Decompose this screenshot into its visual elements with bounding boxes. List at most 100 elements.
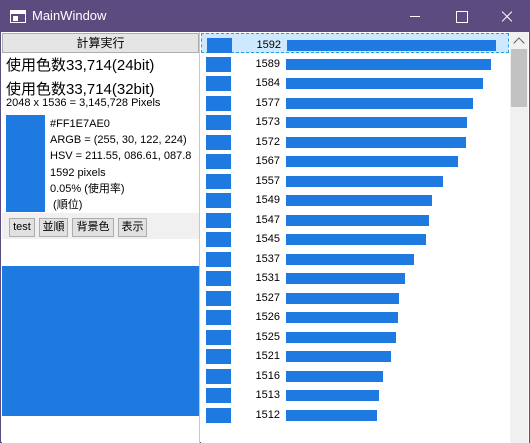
color-list-row[interactable]: 1573 (201, 111, 509, 131)
row-usage-bar (286, 58, 491, 70)
image-size-pixels: 2048 x 1536 = 3,145,728 Pixels (6, 97, 161, 109)
scroll-up-arrow-icon[interactable] (510, 32, 528, 49)
row-usage-bar (286, 390, 379, 401)
color-pixel-count: 1592 pixels (50, 166, 106, 179)
color-preview-area (2, 266, 199, 416)
row-pixel-count: 1512 (255, 408, 280, 421)
color-list-row[interactable]: 1512 (201, 404, 509, 424)
show-button[interactable]: 表示 (118, 218, 147, 237)
row-pixel-count: 1537 (255, 252, 280, 265)
row-color-swatch (206, 95, 231, 111)
row-usage-bar (286, 370, 383, 382)
row-pixel-count: 1592 (256, 39, 281, 51)
action-button-row: test 並順 背景色 表示 (2, 213, 199, 239)
row-usage-bar (286, 117, 467, 128)
row-pixel-count: 1572 (255, 135, 280, 148)
row-pixel-count: 1513 (255, 389, 280, 401)
color-hex: #FF1E7AE0 (50, 118, 110, 130)
color-count-32bit: 使用色数33,714(32bit) (6, 81, 155, 98)
background-color-button[interactable]: 背景色 (72, 218, 114, 237)
row-color-swatch (206, 271, 231, 286)
row-usage-bar (286, 156, 458, 167)
color-list-row[interactable]: 1549 (201, 189, 509, 209)
row-usage-bar (286, 195, 432, 206)
row-color-swatch (206, 407, 231, 423)
color-list-row[interactable]: 1545 (201, 228, 509, 248)
row-usage-bar (286, 136, 466, 148)
color-count-24bit: 使用色数33,714(24bit) (6, 57, 155, 74)
row-color-swatch (206, 134, 231, 150)
row-pixel-count: 1549 (255, 194, 280, 206)
color-list-row[interactable]: 1525 (201, 326, 509, 346)
row-color-swatch (207, 38, 232, 53)
calculate-button[interactable]: 計算実行 (2, 33, 199, 53)
main-window: MainWindow 計算実行 使用色数33,714(24bit) 使用色数33… (0, 0, 530, 443)
row-usage-bar (286, 292, 399, 304)
row-pixel-count: 1557 (255, 174, 280, 187)
row-usage-bar (286, 97, 473, 109)
color-list-row[interactable]: 1567 (201, 150, 509, 170)
sort-button[interactable]: 並順 (39, 218, 68, 237)
row-color-swatch (206, 173, 231, 189)
row-pixel-count: 1545 (255, 233, 280, 245)
color-list-row[interactable]: 1589 (201, 53, 509, 73)
row-usage-bar (286, 312, 398, 323)
color-list-row[interactable]: 1584 (201, 72, 509, 92)
color-list-row[interactable]: 1572 (201, 131, 509, 151)
row-color-swatch (206, 76, 231, 91)
row-usage-bar (286, 331, 396, 343)
row-color-swatch (206, 290, 231, 306)
close-button[interactable] (484, 1, 530, 32)
color-argb: ARGB = (255, 30, 122, 224) (50, 134, 187, 147)
color-list-row[interactable]: 1557 (201, 170, 509, 190)
color-list-row[interactable]: 1577 (201, 92, 509, 112)
row-usage-bar (287, 40, 496, 51)
row-color-swatch (206, 310, 231, 325)
minimize-button[interactable] (392, 1, 438, 32)
color-list-row[interactable]: 1592 (201, 33, 509, 53)
scroll-thumb[interactable] (511, 49, 527, 107)
row-color-swatch (206, 329, 231, 345)
maximize-button[interactable] (438, 1, 484, 32)
row-color-swatch (206, 115, 231, 130)
selected-color-info: #FF1E7AE0 ARGB = (255, 30, 122, 224) HSV… (50, 116, 200, 213)
row-pixel-count: 1584 (255, 77, 280, 89)
row-pixel-count: 1525 (255, 330, 280, 343)
test-button[interactable]: test (9, 218, 35, 237)
vertical-scrollbar[interactable] (510, 32, 528, 443)
window-title: MainWindow (32, 8, 107, 23)
row-usage-bar (286, 253, 414, 265)
color-list-row[interactable]: 1521 (201, 345, 509, 365)
color-list-row[interactable]: 1516 (201, 365, 509, 385)
row-usage-bar (286, 234, 426, 245)
color-list-row[interactable]: 1547 (201, 209, 509, 229)
row-color-swatch (206, 154, 231, 169)
color-list-row[interactable]: 1527 (201, 287, 509, 307)
row-color-swatch (206, 368, 231, 384)
row-color-swatch (206, 56, 231, 72)
color-list-row[interactable]: 1526 (201, 306, 509, 326)
color-list-row[interactable]: 1513 (201, 384, 509, 404)
row-usage-bar (286, 351, 391, 362)
row-color-swatch (206, 349, 231, 364)
row-pixel-count: 1577 (255, 96, 280, 109)
row-usage-bar (286, 78, 483, 89)
row-pixel-count: 1573 (255, 116, 280, 128)
row-usage-bar (286, 175, 443, 187)
row-pixel-count: 1526 (255, 311, 280, 323)
row-pixel-count: 1516 (255, 369, 280, 382)
color-rank: (順位) (50, 199, 83, 212)
row-usage-bar (286, 409, 377, 421)
color-list-panel[interactable]: 1592 1589 1584 1577 1573 1572 1567 1557 1549 1547… (201, 32, 529, 443)
color-list-row[interactable]: 1537 (201, 248, 509, 268)
row-pixel-count: 1567 (255, 155, 280, 167)
left-panel: 計算実行 使用色数33,714(24bit) 使用色数33,714(32bit)… (2, 32, 200, 443)
row-color-swatch (206, 388, 231, 403)
row-color-swatch (206, 232, 231, 247)
row-color-swatch (206, 212, 231, 228)
row-color-swatch (206, 193, 231, 208)
color-hsv: HSV = 211.55, 086.61, 087.8 (50, 150, 192, 163)
title-bar[interactable]: MainWindow (1, 1, 529, 32)
color-list-row[interactable]: 1531 (201, 267, 509, 287)
color-usage-rate: 0.05% (使用率) (50, 182, 125, 195)
